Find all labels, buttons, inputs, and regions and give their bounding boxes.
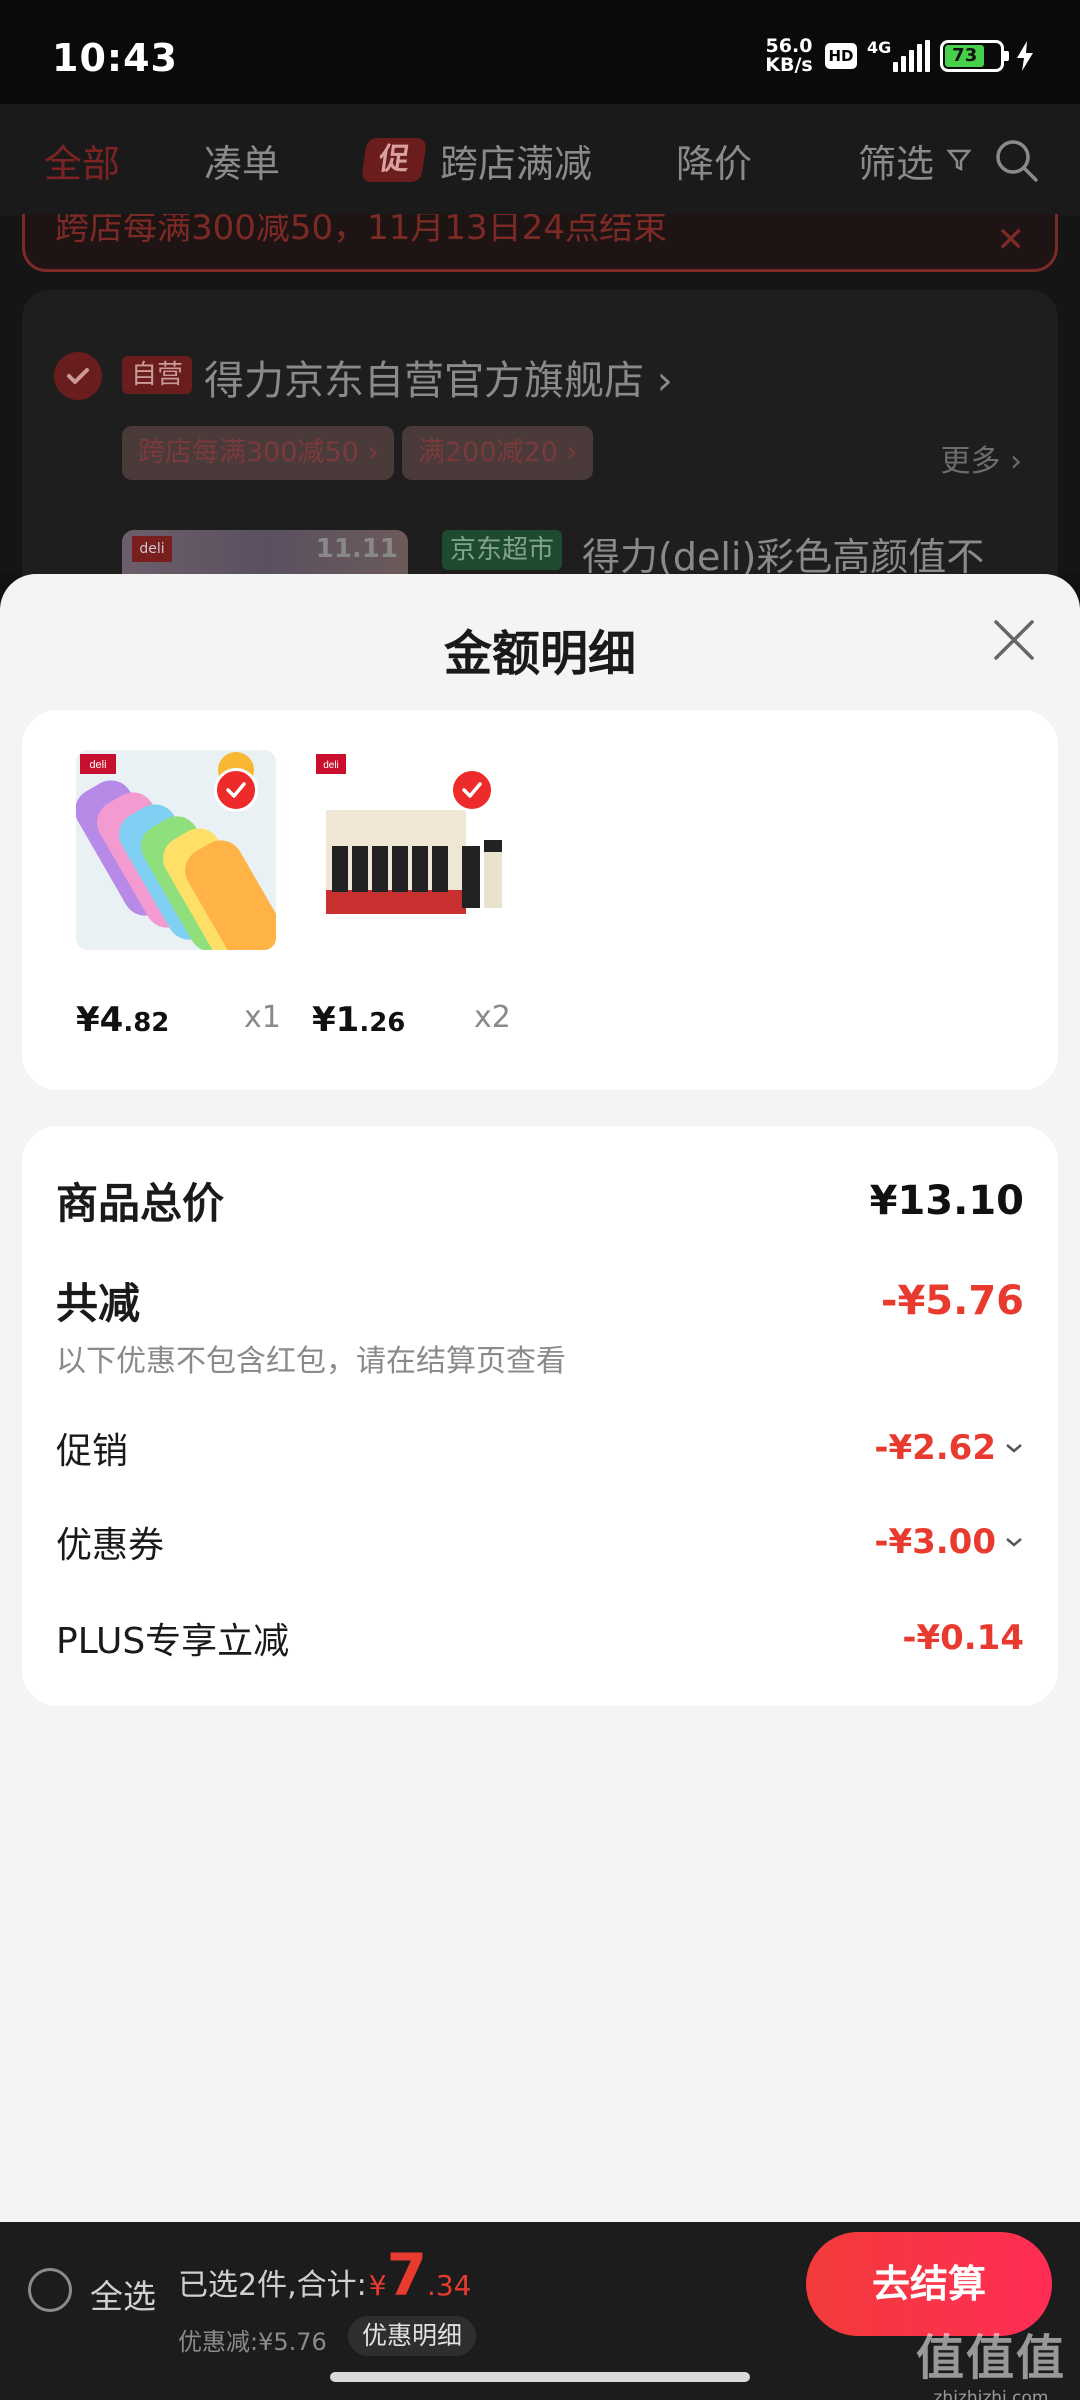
item-check-icon[interactable]: [450, 768, 494, 812]
select-all-label[interactable]: 全选: [90, 2270, 156, 2318]
price-decimal: .82: [123, 1008, 170, 1038]
net-speed-unit: KB/s: [765, 54, 813, 76]
store-card: 自营 得力京东自营官方旗舰店 › 跨店每满300减50 › 满200减20 › …: [22, 290, 1058, 610]
screen: 10:43 56.0 KB/s HD 4G 73 全部 凑单 促 跨店满减 降价…: [0, 0, 1080, 2400]
item-image-lead-refills: deli: [312, 750, 512, 950]
selected-item[interactable]: deli: [312, 750, 512, 950]
total-decimal: .34: [426, 2269, 472, 2302]
item-quantity: x2: [474, 1000, 511, 1035]
cart-tabs: 全部 凑单 促 跨店满减 降价 筛选: [0, 104, 1080, 216]
total-currency: ¥: [368, 2269, 387, 2302]
filter-icon: [946, 149, 972, 172]
store-check-icon[interactable]: [54, 352, 102, 400]
brand-logo: deli: [132, 536, 172, 562]
goods-total-value: ¥13.10: [869, 1177, 1024, 1224]
price-integer: ¥1: [312, 1000, 360, 1040]
tab-cross-store-label: 跨店满减: [440, 141, 593, 186]
promotion-value: -¥2.62: [874, 1428, 1024, 1468]
store-name[interactable]: 得力京东自营官方旗舰店 ›: [204, 348, 673, 406]
event-logo: 11.11: [315, 534, 398, 564]
watermark-en: zhizhizhi.com: [933, 2388, 1049, 2400]
tab-all[interactable]: 全部: [44, 133, 120, 188]
item-check-icon[interactable]: [214, 768, 258, 812]
plus-discount-value: -¥0.14: [902, 1618, 1024, 1658]
product-title[interactable]: 得力(deli)彩色高颜值不: [582, 526, 984, 581]
item-quantity: x1: [244, 1000, 281, 1035]
battery-level: 73: [945, 45, 985, 67]
promo-banner: 跨店每满300减50，11月13日24点结束 ✕: [22, 214, 1058, 272]
selected-total: 已选2件,合计: ¥ 7 .34: [178, 2241, 472, 2309]
price-summary-card: 商品总价 ¥13.10 共减 -¥5.76 以下优惠不包含红包，请在结算页查看 …: [22, 1126, 1058, 1706]
total-discount-row: 共减 -¥5.76: [56, 1270, 1024, 1331]
close-icon[interactable]: [988, 614, 1040, 666]
battery-icon: 73: [940, 40, 1009, 72]
promotion-amount: -¥2.62: [874, 1428, 996, 1468]
tab-filter-label: 筛选: [857, 141, 934, 186]
jd-supermarket-badge: 京东超市: [442, 530, 563, 570]
self-operated-badge: 自营: [122, 356, 192, 394]
network-type: 4G: [867, 38, 892, 57]
tab-cross-store[interactable]: 促 跨店满减: [360, 133, 593, 188]
coupon-label: 优惠券: [56, 1525, 165, 1566]
selected-items-card: deli ¥4.82 x1 deli ¥1.26 x2: [22, 710, 1058, 1090]
price-integer: ¥4: [76, 1000, 124, 1040]
search-icon[interactable]: [992, 136, 1040, 184]
watermark-cn: 值值值: [915, 2330, 1066, 2386]
tab-bundle[interactable]: 凑单: [204, 133, 280, 188]
select-all-radio[interactable]: [28, 2268, 72, 2312]
item-image-highlighters: deli: [76, 750, 276, 950]
goods-total-label: 商品总价: [56, 1179, 225, 1228]
coupon-row[interactable]: 优惠券 -¥3.00: [56, 1516, 1024, 1568]
plus-discount-row: PLUS专享立减 -¥0.14: [56, 1612, 1024, 1664]
coupon-value: -¥3.00: [874, 1522, 1024, 1562]
status-icons: 56.0 KB/s HD 4G 73: [763, 34, 1036, 78]
selected-item[interactable]: deli: [76, 750, 276, 950]
status-time: 10:43: [52, 36, 178, 80]
store-coupon-chip[interactable]: 跨店每满300减50 ›: [122, 426, 395, 480]
svg-text:deli: deli: [323, 760, 339, 771]
amount-detail-sheet: 金额明细 deli ¥4.82 x1 deli ¥1.26 x2 商品总价 ¥1…: [0, 574, 1080, 2222]
more-link[interactable]: 更多 ›: [940, 436, 1022, 480]
banner-close-icon[interactable]: ✕: [997, 220, 1026, 260]
saving-text: 优惠减:¥5.76: [178, 2328, 327, 2356]
filter-group: 筛选: [858, 133, 1040, 188]
chevron-down-icon: [1006, 1444, 1022, 1453]
coupon-amount: -¥3.00: [874, 1522, 996, 1562]
item-price: ¥4.82: [76, 1000, 169, 1040]
store-coupon-chip[interactable]: 满200减20 ›: [402, 426, 594, 480]
svg-text:deli: deli: [89, 759, 106, 771]
network-speed: 56.0 KB/s: [763, 37, 815, 75]
discount-detail-button[interactable]: 优惠明细: [348, 2316, 477, 2356]
promotion-row[interactable]: 促销 -¥2.62: [56, 1422, 1024, 1474]
item-price: ¥1.26: [312, 1000, 405, 1040]
tab-price-drop[interactable]: 降价: [676, 133, 752, 188]
signal-icon: 4G: [867, 38, 930, 72]
discount-note: 以下优惠不包含红包，请在结算页查看: [56, 1344, 566, 1379]
promotion-label: 促销: [56, 1431, 129, 1472]
charging-icon: [1017, 41, 1033, 71]
status-bar: 10:43 56.0 KB/s HD 4G 73: [0, 0, 1080, 104]
sheet-title: 金额明细: [443, 626, 636, 682]
chevron-right-icon: ›: [644, 358, 673, 404]
home-indicator[interactable]: [330, 2372, 750, 2382]
total-discount-label: 共减: [56, 1279, 141, 1328]
store-name-text: 得力京东自营官方旗舰店: [204, 358, 644, 404]
hd-icon: HD: [825, 43, 857, 69]
price-decimal: .26: [359, 1008, 406, 1038]
chevron-down-icon: [1006, 1538, 1022, 1547]
checkout-bar: 全选 已选2件,合计: ¥ 7 .34 优惠减:¥5.76 优惠明细 去结算 值…: [0, 2222, 1080, 2400]
tab-filter[interactable]: 筛选: [858, 133, 972, 188]
total-discount-value: -¥5.76: [880, 1277, 1024, 1324]
promo-banner-text: 跨店每满300减50，11月13日24点结束: [55, 214, 667, 248]
goods-total-row: 商品总价 ¥13.10: [56, 1170, 1024, 1231]
watermark-logo: 值值值 zhizhizhi.com: [916, 2318, 1066, 2400]
cart-page-background: 全部 凑单 促 跨店满减 降价 筛选 跨店每满300减50，11月13日24点结…: [0, 104, 1080, 610]
total-integer: 7: [386, 2241, 427, 2309]
plus-discount-label: PLUS专享立减: [56, 1621, 290, 1662]
promo-badge: 促: [360, 138, 428, 182]
selected-count-text: 已选2件,合计:: [178, 2268, 367, 2303]
